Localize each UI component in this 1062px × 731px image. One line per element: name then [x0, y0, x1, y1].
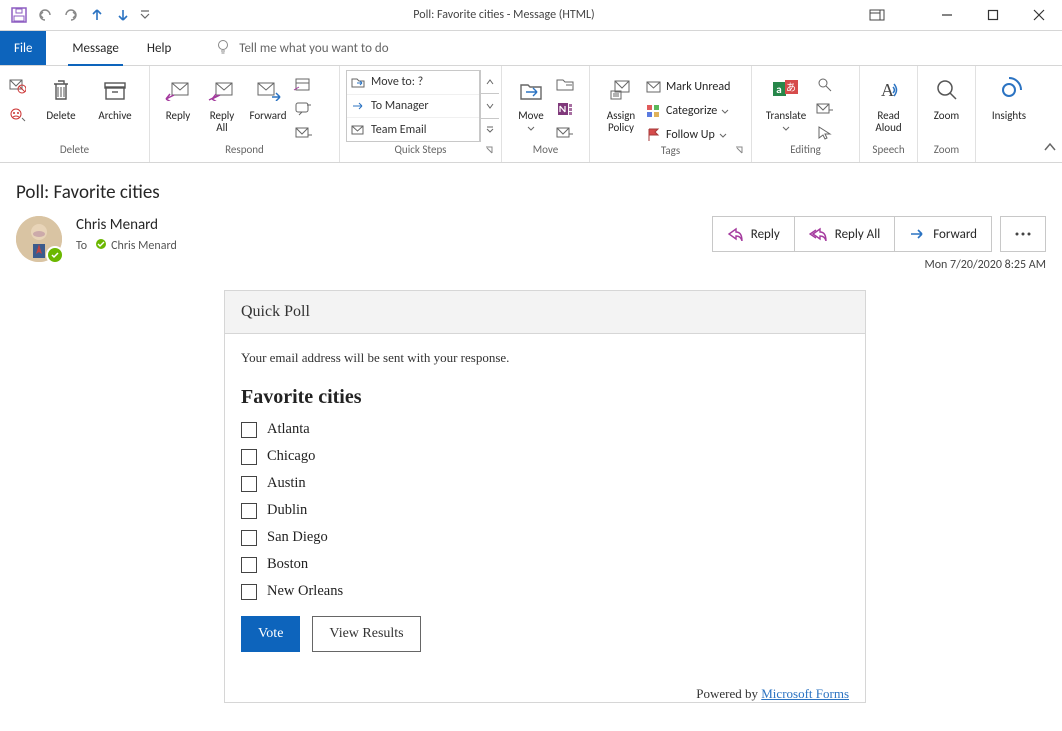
undo-icon[interactable]: [32, 2, 58, 28]
quickstep-move-to[interactable]: Move to: ?: [347, 71, 479, 95]
meeting-reply-icon[interactable]: [292, 74, 314, 96]
checkbox-icon[interactable]: [241, 557, 257, 573]
reply-button[interactable]: Reply: [156, 70, 200, 134]
poll-option[interactable]: Atlanta: [241, 421, 849, 438]
previous-icon[interactable]: [84, 2, 110, 28]
view-results-button[interactable]: View Results: [312, 616, 420, 652]
presence-available-icon: [46, 246, 64, 264]
follow-up-button[interactable]: Follow Up: [646, 124, 734, 146]
checkbox-icon[interactable]: [241, 503, 257, 519]
checkbox-icon[interactable]: [241, 449, 257, 465]
close-button[interactable]: [1016, 0, 1062, 30]
save-icon[interactable]: [6, 2, 32, 28]
qat-customize-icon[interactable]: [136, 2, 154, 28]
poll-question: Favorite cities: [241, 386, 849, 409]
poll-option[interactable]: Chicago: [241, 448, 849, 465]
zoom-button[interactable]: Zoom: [924, 70, 969, 134]
tell-me-input[interactable]: Tell me what you want to do: [239, 41, 388, 56]
lightbulb-icon: [215, 38, 231, 58]
svg-text:あ: あ: [786, 81, 796, 94]
group-caption-editing: Editing: [758, 143, 853, 160]
more-respond-icon[interactable]: [292, 122, 314, 144]
quicksteps-up[interactable]: [481, 70, 499, 94]
group-caption-move: Move: [508, 143, 583, 160]
tab-help[interactable]: Help: [133, 31, 185, 65]
window-title: Poll: Favorite cities - Message (HTML): [154, 8, 854, 22]
read-aloud-button[interactable]: A Read Aloud: [866, 70, 911, 134]
ribbon-display-options-icon[interactable]: [854, 0, 900, 30]
group-caption-addins: [982, 143, 1036, 160]
forward-button[interactable]: Forward: [244, 70, 292, 134]
powered-by-link[interactable]: Microsoft Forms: [761, 686, 849, 701]
related-icon[interactable]: [814, 98, 836, 120]
quicksteps-down[interactable]: [481, 94, 499, 118]
quicksteps-launcher-icon[interactable]: [485, 146, 497, 158]
poll-privacy-note: Your email address will be sent with you…: [241, 350, 849, 366]
checkbox-icon[interactable]: [241, 422, 257, 438]
recipient-presence-icon: [95, 238, 107, 254]
archive-button[interactable]: Archive: [88, 70, 142, 134]
poll-option[interactable]: New Orleans: [241, 583, 849, 600]
header-forward-button[interactable]: Forward: [895, 217, 991, 251]
delete-button[interactable]: Delete: [34, 70, 88, 134]
rules-icon[interactable]: [554, 74, 576, 96]
next-icon[interactable]: [110, 2, 136, 28]
collapse-ribbon-icon[interactable]: [1044, 142, 1056, 156]
recipient-name: Chris Menard: [111, 239, 177, 253]
group-caption-quicksteps: Quick Steps: [346, 143, 495, 160]
maximize-button[interactable]: [970, 0, 1016, 30]
group-caption-respond: Respond: [156, 143, 333, 160]
junk-icon[interactable]: [6, 104, 28, 126]
poll-card-title: Quick Poll: [225, 291, 865, 334]
header-more-actions[interactable]: [1000, 216, 1046, 252]
tab-file[interactable]: File: [0, 31, 46, 65]
tags-launcher-icon[interactable]: [735, 146, 747, 158]
reply-all-button[interactable]: Reply All: [200, 70, 244, 134]
translate-button[interactable]: aあ Translate: [758, 70, 814, 134]
svg-text:a: a: [776, 83, 781, 96]
group-caption-delete: Delete: [6, 143, 143, 160]
categorize-button[interactable]: Categorize: [646, 100, 734, 122]
message-datetime: Mon 7/20/2020 8:25 AM: [712, 258, 1046, 272]
message-subject: Poll: Favorite cities: [16, 181, 1046, 204]
powered-by: Powered by Microsoft Forms: [225, 682, 865, 702]
quicksteps-more[interactable]: [481, 119, 499, 142]
checkbox-icon[interactable]: [241, 476, 257, 492]
to-label: To: [76, 239, 87, 253]
select-icon[interactable]: [814, 122, 836, 144]
sender-name: Chris Menard: [76, 216, 177, 234]
poll-option[interactable]: Dublin: [241, 502, 849, 519]
quickstep-team-email[interactable]: Team Email: [347, 118, 479, 141]
checkbox-icon[interactable]: [241, 530, 257, 546]
group-caption-speech: Speech: [866, 143, 911, 160]
onenote-icon[interactable]: [554, 98, 576, 120]
ignore-icon[interactable]: [6, 74, 28, 96]
svg-text:A: A: [881, 80, 894, 100]
vote-button[interactable]: Vote: [241, 616, 300, 652]
move-button[interactable]: Move: [508, 70, 554, 134]
group-caption-tags: Tags: [596, 144, 745, 161]
header-reply-button[interactable]: Reply: [713, 217, 795, 251]
poll-option[interactable]: Austin: [241, 475, 849, 492]
quickstep-to-manager[interactable]: To Manager: [347, 95, 479, 119]
checkbox-icon[interactable]: [241, 584, 257, 600]
mark-unread-button[interactable]: Mark Unread: [646, 76, 734, 98]
reply-im-icon[interactable]: [292, 98, 314, 120]
actions-icon[interactable]: [554, 122, 576, 144]
sender-avatar[interactable]: [16, 216, 62, 262]
minimize-button[interactable]: [924, 0, 970, 30]
find-icon[interactable]: [814, 74, 836, 96]
assign-policy-button[interactable]: Assign Policy: [596, 70, 646, 134]
poll-option[interactable]: Boston: [241, 556, 849, 573]
redo-icon[interactable]: [58, 2, 84, 28]
header-reply-all-button[interactable]: Reply All: [795, 217, 895, 251]
group-caption-zoom: Zoom: [924, 143, 969, 160]
poll-option[interactable]: San Diego: [241, 529, 849, 546]
insights-button[interactable]: Insights: [982, 70, 1036, 134]
tab-message[interactable]: Message: [58, 31, 132, 65]
